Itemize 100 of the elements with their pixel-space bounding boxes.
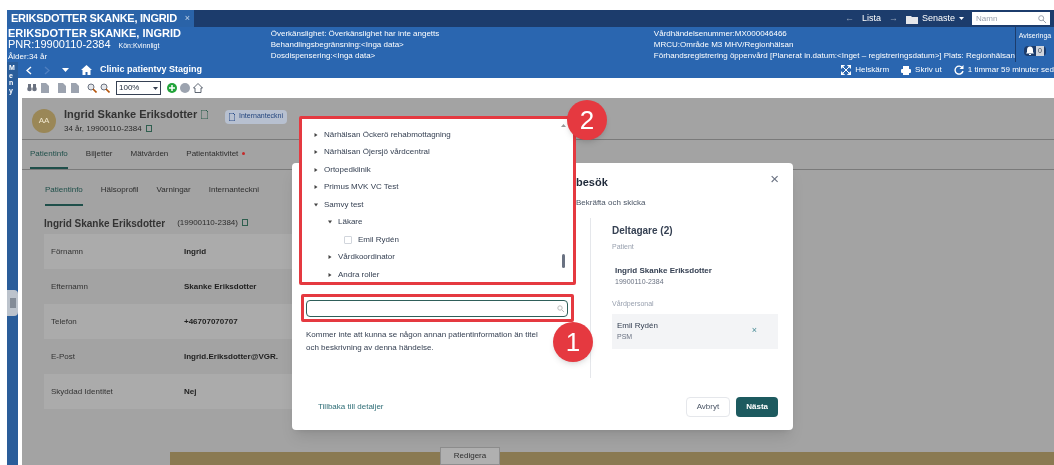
tree-item[interactable]: Emil Rydén bbox=[358, 233, 399, 246]
next-button[interactable]: Nästa bbox=[736, 397, 778, 417]
caret-right-icon[interactable] bbox=[314, 150, 318, 155]
caret-down-icon[interactable] bbox=[314, 202, 318, 207]
tree-item[interactable]: Ortopedklinik bbox=[324, 163, 371, 176]
participant-name: Ingrid Skanke Eriksdotter bbox=[615, 264, 713, 277]
binoculars-icon[interactable] bbox=[27, 83, 37, 93]
caret-right-icon[interactable] bbox=[314, 167, 318, 172]
grip-icon bbox=[9, 298, 16, 308]
banner-info-text: Dosdispensering:<Inga data> bbox=[270, 50, 377, 61]
banner-info-text: Vårdhändelsenummer:MX000046466 bbox=[653, 28, 788, 39]
field-label: Telefon bbox=[50, 315, 78, 328]
tab[interactable]: Patientinfo bbox=[30, 140, 68, 169]
dropdown-caret-icon bbox=[153, 86, 158, 90]
tree-item[interactable]: Närhälsan Öjersjö vårdcentral bbox=[324, 146, 430, 159]
printer-icon bbox=[901, 65, 912, 75]
dialog-title: besök bbox=[576, 175, 608, 190]
dropdown-caret-icon[interactable] bbox=[62, 67, 69, 73]
tree-item[interactable]: Vårdkoordinator bbox=[338, 251, 395, 264]
subtab[interactable]: Hälsoprofil bbox=[100, 176, 139, 206]
home-icon[interactable] bbox=[81, 65, 92, 75]
subtab[interactable]: Patientinfo bbox=[45, 176, 83, 206]
copy-icon bbox=[241, 219, 249, 227]
tab[interactable]: Mätvärden bbox=[130, 140, 169, 169]
personal-number: PNR:19900110-2384 bbox=[8, 39, 111, 50]
personal-number: (19900110-2384) bbox=[177, 217, 238, 229]
refresh-button[interactable]: 1 timmar 59 minuter sed bbox=[953, 64, 1054, 76]
add-icon[interactable] bbox=[167, 83, 177, 93]
list-link[interactable]: Lista bbox=[861, 11, 881, 26]
remove-button[interactable]: × bbox=[751, 324, 757, 338]
participants-heading: Deltagare (2) bbox=[612, 224, 674, 238]
banner-info-text: Förhandsregistrering öppenvård [Planerat in.datum:<Inget – registreringsdatum>] Plats: Regionhälsan bbox=[653, 50, 1015, 61]
subtab[interactable]: Internanteckni bbox=[208, 176, 259, 206]
window-tab-title: ERIKSDOTTER SKANKE, INGRID bbox=[11, 11, 177, 27]
edit-button[interactable]: Redigera bbox=[440, 447, 500, 465]
tree-item[interactable]: Primus MVK VC Test bbox=[324, 181, 399, 194]
avatar: AA bbox=[32, 108, 56, 133]
caret-down-icon[interactable] bbox=[328, 220, 332, 225]
close-button[interactable]: × bbox=[770, 171, 779, 186]
search-icon bbox=[1038, 14, 1046, 23]
patient-name: ERIKSDOTTER SKANKE, INGRID bbox=[8, 28, 182, 39]
banner-info-text: Behandlingsbegränsning:<Inga data> bbox=[270, 39, 405, 50]
cancel-button[interactable]: Avbryt bbox=[685, 397, 731, 417]
caret-right-icon[interactable] bbox=[328, 272, 332, 277]
patient-details: 34 år, 19900110-2384 bbox=[64, 122, 142, 135]
magnifier-icon[interactable] bbox=[87, 83, 97, 93]
participant-name: Emil Rydén bbox=[617, 319, 658, 332]
magnifier-icon[interactable] bbox=[100, 83, 110, 93]
field-label: Skyddad Identitet bbox=[50, 385, 114, 398]
caret-right-icon[interactable] bbox=[314, 185, 318, 190]
field-value: Skanke Eriksdotter bbox=[184, 280, 257, 293]
field-value: Nej bbox=[184, 385, 197, 398]
tab[interactable]: Patientaktivitet bbox=[186, 140, 246, 169]
page-title: Clinic patientvy Staging bbox=[100, 63, 202, 77]
step-label: Bekräfta och skicka bbox=[576, 197, 646, 209]
patient-name: Ingrid Skanke Eriksdotter bbox=[64, 107, 198, 123]
scrollbar-thumb[interactable] bbox=[562, 254, 565, 268]
field-value: Ingrid.Eriksdotter@VGR. bbox=[184, 350, 279, 363]
expand-icon bbox=[841, 65, 852, 75]
tree-item[interactable]: Samvy test bbox=[324, 198, 364, 211]
tree-item[interactable]: Andra roller bbox=[338, 268, 380, 281]
back-arrow[interactable]: ← bbox=[844, 11, 854, 26]
caret-right-icon[interactable] bbox=[328, 255, 332, 260]
banner-info-text: Överkänslighet: Överkänslighet har inte angetts bbox=[270, 28, 441, 39]
age-text: Ålder:34 år bbox=[8, 51, 49, 62]
panel-handle[interactable] bbox=[7, 290, 18, 316]
back-link[interactable]: Tillbaka till detaljer bbox=[318, 401, 384, 413]
field-value: Ingrid bbox=[184, 245, 207, 258]
refresh-icon bbox=[953, 65, 964, 75]
patient-info-heading: Ingrid Skanke Eriksdotter bbox=[44, 216, 166, 231]
back-chevron-icon[interactable] bbox=[26, 65, 32, 75]
banner-info-text: MRCU:Område M3 MHV/Regionhälsan bbox=[653, 39, 795, 50]
field-label: E-Post bbox=[50, 350, 76, 363]
close-icon[interactable]: × bbox=[184, 11, 191, 26]
scroll-up-icon[interactable] bbox=[561, 124, 566, 127]
tab[interactable]: Biljetter bbox=[85, 140, 113, 169]
search-icon bbox=[557, 305, 564, 312]
print-button[interactable]: Skriv ut bbox=[901, 64, 942, 76]
house-icon[interactable] bbox=[193, 83, 203, 93]
hint-text: Kommer inte att kunna se någon annan patientinformation än titel och beskrivning av denna händelse. bbox=[306, 329, 539, 354]
search-field[interactable] bbox=[306, 300, 568, 317]
fullscreen-button[interactable]: Helskärm bbox=[841, 64, 890, 76]
bell-icon bbox=[1026, 46, 1034, 56]
name-search-placeholder: Namn bbox=[976, 12, 998, 25]
copy-icon bbox=[145, 124, 153, 133]
tree-item[interactable]: Närhälsan Öckerö rehabmottagning bbox=[324, 128, 451, 141]
forward-arrow[interactable]: → bbox=[888, 11, 898, 26]
field-label: Förnamn bbox=[50, 245, 84, 258]
document-icon bbox=[201, 110, 209, 119]
dropdown-caret-icon bbox=[959, 17, 964, 20]
checkbox[interactable] bbox=[344, 235, 352, 244]
document-icon bbox=[229, 112, 235, 121]
zoom-select[interactable]: 100% bbox=[116, 81, 161, 95]
caret-right-icon[interactable] bbox=[314, 132, 318, 137]
subtab[interactable]: Varningar bbox=[156, 176, 191, 206]
recent-dropdown[interactable]: Senaste bbox=[921, 11, 955, 26]
field-label: Efternamn bbox=[50, 280, 89, 293]
window-tab[interactable]: ERIKSDOTTER SKANKE, INGRID × bbox=[7, 10, 195, 27]
field-value: +46707070707 bbox=[184, 315, 238, 328]
tree-item[interactable]: Läkare bbox=[338, 216, 363, 229]
